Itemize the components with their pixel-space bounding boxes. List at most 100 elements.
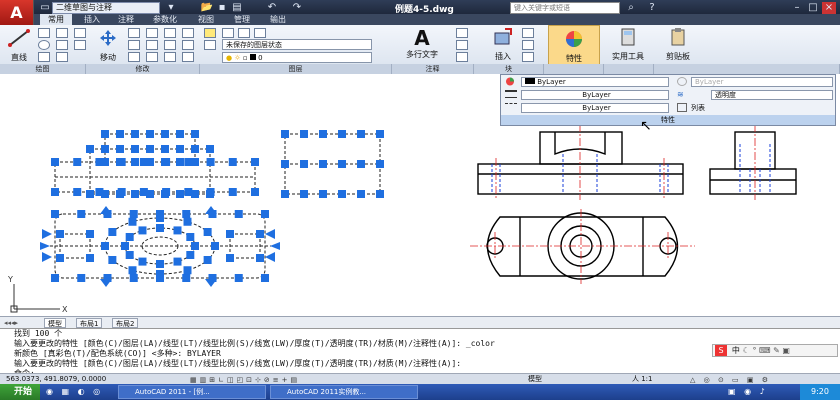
- layer-state-select[interactable]: 未保存的图层状态: [222, 39, 372, 50]
- selection-grip[interactable]: [73, 188, 82, 196]
- selection-grip[interactable]: [203, 228, 212, 236]
- selection-grip[interactable]: [125, 233, 134, 241]
- chevron-down-icon[interactable]: ▾: [164, 2, 178, 14]
- selection-grip[interactable]: [256, 230, 264, 238]
- selection-grip[interactable]: [108, 228, 117, 236]
- close-icon[interactable]: ×: [822, 2, 836, 14]
- trim-icon[interactable]: [146, 28, 158, 38]
- selection-grip[interactable]: [357, 130, 365, 138]
- selection-grip[interactable]: [191, 242, 199, 250]
- selection-grip[interactable]: [116, 145, 124, 153]
- transparency-field[interactable]: 透明度: [711, 90, 833, 100]
- selection-grip[interactable]: [73, 158, 82, 166]
- undo-icon[interactable]: ↶: [265, 2, 279, 14]
- selection-grip[interactable]: [206, 158, 215, 166]
- selection-grip[interactable]: [131, 145, 139, 153]
- lineweight-select[interactable]: ByLayer: [521, 90, 669, 100]
- selection-grip[interactable]: [206, 145, 214, 153]
- layer-properties-icon[interactable]: [204, 28, 216, 38]
- draw-panel-label[interactable]: 绘图: [0, 64, 86, 74]
- selection-grip[interactable]: [226, 230, 234, 238]
- selection-grip[interactable]: [319, 130, 327, 138]
- linetype-select[interactable]: ByLayer: [521, 103, 669, 113]
- layer-select[interactable]: ● ☼ ▫ 0: [222, 52, 372, 63]
- selection-grip[interactable]: [357, 190, 365, 198]
- selection-grip[interactable]: [86, 254, 94, 262]
- selection-grip[interactable]: [191, 190, 199, 198]
- selection-grip[interactable]: [357, 160, 365, 168]
- selection-grip[interactable]: [86, 145, 94, 153]
- selection-grip[interactable]: [376, 130, 384, 138]
- ellipse-icon[interactable]: [56, 52, 68, 62]
- selection-grip[interactable]: [234, 210, 243, 218]
- layer-states-icon[interactable]: [204, 40, 216, 50]
- selection-grip[interactable]: [234, 274, 243, 282]
- selection-grip[interactable]: [226, 254, 234, 262]
- selection-grip[interactable]: [146, 158, 154, 166]
- tab-layout2[interactable]: 布局2: [112, 318, 139, 328]
- attribute-icon[interactable]: [522, 52, 534, 62]
- erase-icon[interactable]: [164, 28, 176, 38]
- print-icon[interactable]: ▤: [230, 2, 244, 14]
- selection-grip[interactable]: [121, 242, 129, 250]
- selection-grip[interactable]: [156, 270, 164, 278]
- arc-icon[interactable]: [38, 52, 50, 62]
- selection-grip[interactable]: [191, 130, 199, 138]
- selection-grip[interactable]: [128, 266, 137, 275]
- selection-grip[interactable]: [300, 130, 308, 138]
- selection-grip[interactable]: [173, 226, 182, 235]
- hatch-icon[interactable]: [56, 40, 68, 50]
- polyline-icon[interactable]: [38, 28, 50, 38]
- tab-output[interactable]: 输出: [264, 14, 292, 25]
- selection-grip[interactable]: [51, 210, 59, 218]
- selection-grip[interactable]: [51, 188, 59, 196]
- selection-grip[interactable]: [56, 230, 64, 238]
- selection-grip[interactable]: [108, 256, 117, 264]
- ime-mode[interactable]: 中: [732, 346, 740, 355]
- selection-grip[interactable]: [77, 210, 86, 218]
- selection-grip[interactable]: [146, 145, 154, 153]
- selection-grip[interactable]: [161, 130, 169, 138]
- taskbar-item-autocad-drawing[interactable]: AutoCAD 2011 - [例...: [118, 385, 266, 399]
- start-button[interactable]: 开始: [0, 384, 40, 400]
- workspace-select[interactable]: 二维草图与注释: [52, 2, 160, 14]
- selection-grip[interactable]: [251, 158, 259, 166]
- ime-tools-icon[interactable]: ☾ ° ⌨ ✎ ▣: [743, 346, 790, 355]
- selection-grip[interactable]: [146, 190, 154, 198]
- table-icon[interactable]: [456, 52, 468, 62]
- properties-footer[interactable]: 特性: [501, 115, 835, 125]
- selection-grip[interactable]: [176, 130, 184, 138]
- search-input[interactable]: 键入关键字或短语: [510, 2, 620, 14]
- selection-grip[interactable]: [101, 158, 109, 166]
- selection-grip[interactable]: [101, 145, 109, 153]
- line-button[interactable]: 直线: [4, 28, 34, 63]
- layer-on-icon[interactable]: [222, 28, 234, 38]
- selection-grip[interactable]: [86, 190, 94, 198]
- modify-panel-label[interactable]: 修改: [86, 64, 200, 74]
- system-tray-icons[interactable]: ▣ ◉ ♪: [728, 387, 768, 396]
- selection-grip[interactable]: [173, 257, 182, 266]
- selection-grip[interactable]: [116, 158, 124, 166]
- clipboard-panel-footer[interactable]: [654, 64, 840, 74]
- tab-view[interactable]: 视图: [192, 14, 220, 25]
- selection-grip[interactable]: [138, 257, 147, 266]
- utilities-panel-footer[interactable]: [604, 64, 654, 74]
- open-icon[interactable]: 📂: [200, 2, 214, 14]
- tab-nav-arrows-icon[interactable]: ◂◂◂▸: [4, 319, 18, 327]
- selection-grip[interactable]: [161, 145, 169, 153]
- save-icon[interactable]: ▪: [215, 2, 229, 14]
- selection-grip[interactable]: [176, 145, 184, 153]
- selection-grip[interactable]: [77, 274, 86, 282]
- tab-parametric[interactable]: 参数化: [146, 14, 184, 25]
- mirror-icon[interactable]: [146, 40, 158, 50]
- edit-block-icon[interactable]: [522, 40, 534, 50]
- selection-grip[interactable]: [300, 190, 308, 198]
- help-icon[interactable]: ?: [645, 2, 659, 14]
- selection-grip[interactable]: [203, 256, 212, 264]
- selection-grip[interactable]: [146, 130, 154, 138]
- selection-grip[interactable]: [156, 260, 164, 268]
- selection-grip[interactable]: [261, 274, 269, 282]
- selection-grip[interactable]: [191, 145, 199, 153]
- utilities-button[interactable]: 实用工具: [606, 27, 650, 62]
- selection-grip[interactable]: [101, 190, 109, 198]
